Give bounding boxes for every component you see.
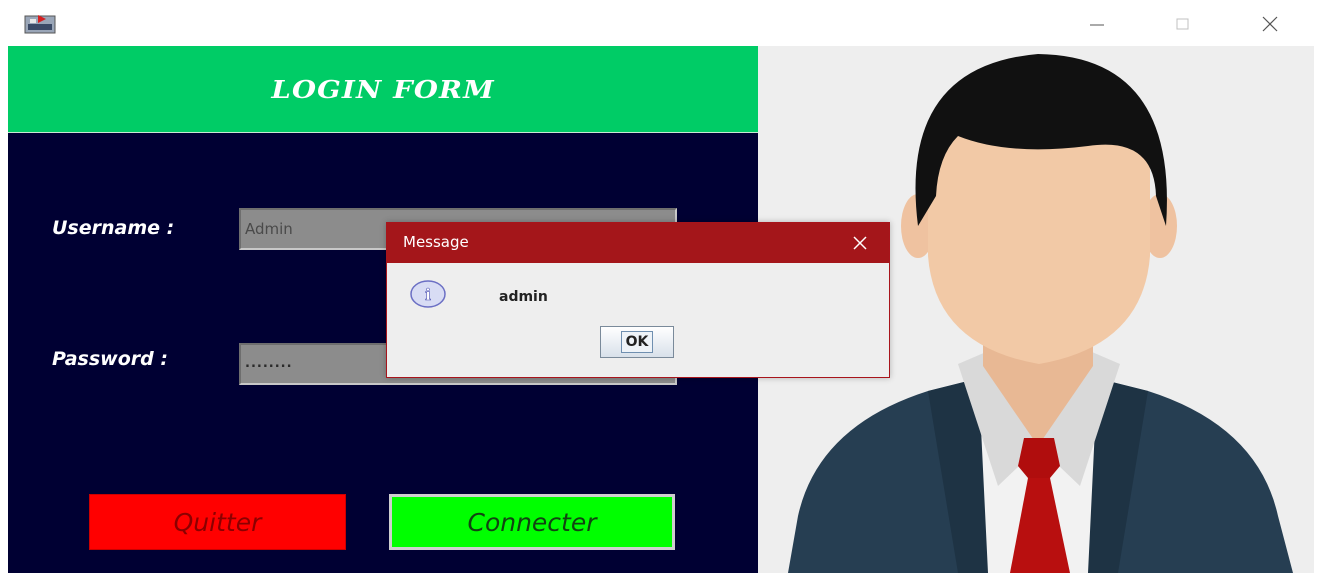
minimize-icon xyxy=(1090,24,1104,26)
dialog-body: i admin OK xyxy=(387,263,889,377)
close-icon xyxy=(1262,16,1278,32)
form-title: LOGIN FORM xyxy=(271,74,495,104)
svg-text:i: i xyxy=(425,285,431,304)
minimize-button[interactable] xyxy=(1074,8,1120,40)
window-titlebar xyxy=(0,0,1319,46)
connect-button-label: Connecter xyxy=(467,507,597,537)
info-icon: i xyxy=(410,280,446,308)
dialog-titlebar[interactable]: Message xyxy=(387,223,889,263)
ok-button[interactable]: OK xyxy=(600,326,674,358)
dialog-message: admin xyxy=(499,289,548,305)
ok-button-label: OK xyxy=(620,331,654,353)
maximize-icon xyxy=(1176,18,1189,30)
password-label: Password : xyxy=(52,348,168,370)
maximize-button[interactable] xyxy=(1160,8,1206,40)
username-label: Username : xyxy=(52,217,175,239)
java-app-icon xyxy=(24,15,56,34)
close-icon xyxy=(853,236,867,250)
connect-button[interactable]: Connecter xyxy=(389,494,675,550)
window-close-button[interactable] xyxy=(1247,8,1293,40)
quit-button-label: Quitter xyxy=(173,507,262,537)
form-header: LOGIN FORM xyxy=(8,46,758,133)
quit-button[interactable]: Quitter xyxy=(89,494,346,550)
message-dialog: Message i admin OK xyxy=(386,222,890,378)
dialog-close-button[interactable] xyxy=(845,229,875,257)
dialog-title: Message xyxy=(403,233,469,251)
